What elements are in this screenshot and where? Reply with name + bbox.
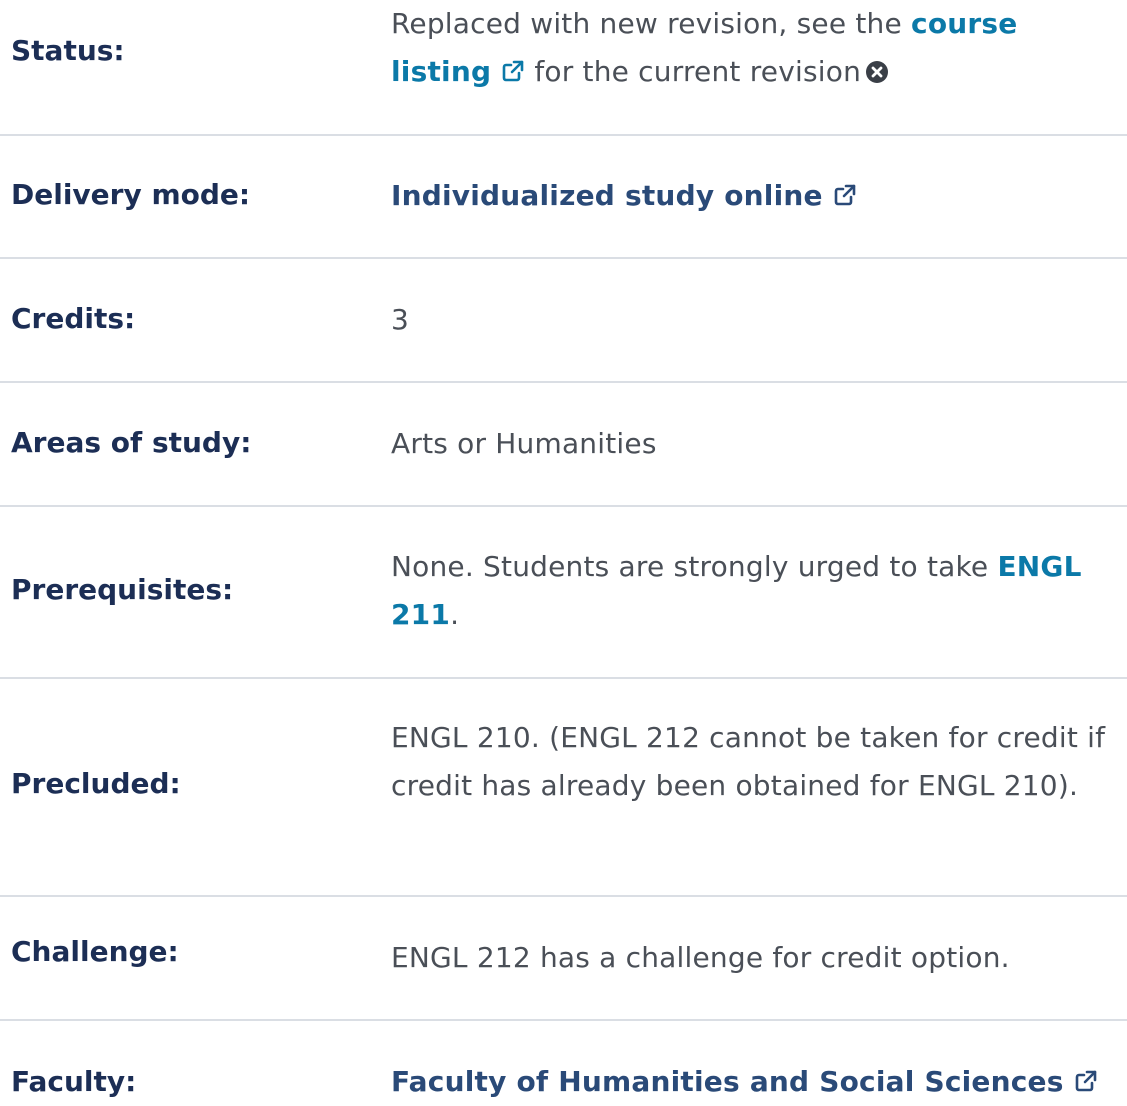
areas-of-study-row: Areas of study: Arts or Humanities <box>0 383 1127 507</box>
status-value: Replaced with new revision, see the cour… <box>391 0 1127 96</box>
prerequisites-label: Prerequisites: <box>11 573 234 606</box>
external-link-icon <box>502 60 524 82</box>
prerequisites-text-before: None. Students are strongly urged to tak… <box>391 550 998 583</box>
external-link-icon <box>834 184 856 206</box>
areas-of-study-value: Arts or Humanities <box>391 427 657 460</box>
challenge-value: ENGL 212 has a challenge for credit opti… <box>391 941 1010 974</box>
challenge-label: Challenge: <box>11 935 179 968</box>
areas-of-study-label: Areas of study: <box>11 426 252 459</box>
credits-value: 3 <box>391 303 410 336</box>
delivery-mode-value: Individualized study online <box>391 172 1127 220</box>
faculty-row: Faculty: Faculty of Humanities and Socia… <box>0 1021 1127 1098</box>
close-circle-icon[interactable] <box>865 60 889 84</box>
delivery-mode-row: Delivery mode: Individualized study onli… <box>0 136 1127 258</box>
status-text-after: for the current revision <box>525 55 862 88</box>
prerequisites-row: Prerequisites: None. Students are strong… <box>0 507 1127 679</box>
delivery-mode-link[interactable]: Individualized study online <box>391 179 857 212</box>
faculty-value: Faculty of Humanities and Social Science… <box>391 1058 1127 1106</box>
faculty-label: Faculty: <box>11 1065 137 1098</box>
status-label: Status: <box>11 34 125 67</box>
precluded-label: Precluded: <box>11 767 181 800</box>
credits-row: Credits: 3 <box>0 259 1127 383</box>
credits-label: Credits: <box>11 302 136 335</box>
prerequisites-text-after: . <box>450 598 460 631</box>
external-link-icon <box>1075 1070 1096 1092</box>
faculty-link[interactable]: Faculty of Humanities and Social Science… <box>391 1065 1098 1098</box>
prerequisites-value: None. Students are strongly urged to tak… <box>391 543 1127 639</box>
precluded-value: ENGL 210. (ENGL 212 cannot be taken for … <box>391 721 1106 802</box>
precluded-row: Precluded: ENGL 210. (ENGL 212 cannot be… <box>0 679 1127 897</box>
delivery-mode-label: Delivery mode: <box>11 178 251 211</box>
status-row: Status: Replaced with new revision, see … <box>0 0 1127 136</box>
status-text-before: Replaced with new revision, see the <box>391 7 912 40</box>
challenge-row: Challenge: ENGL 212 has a challenge for … <box>0 897 1127 1021</box>
delivery-mode-link-text: Individualized study online <box>391 179 823 212</box>
faculty-link-text: Faculty of Humanities and Social Science… <box>391 1065 1064 1098</box>
